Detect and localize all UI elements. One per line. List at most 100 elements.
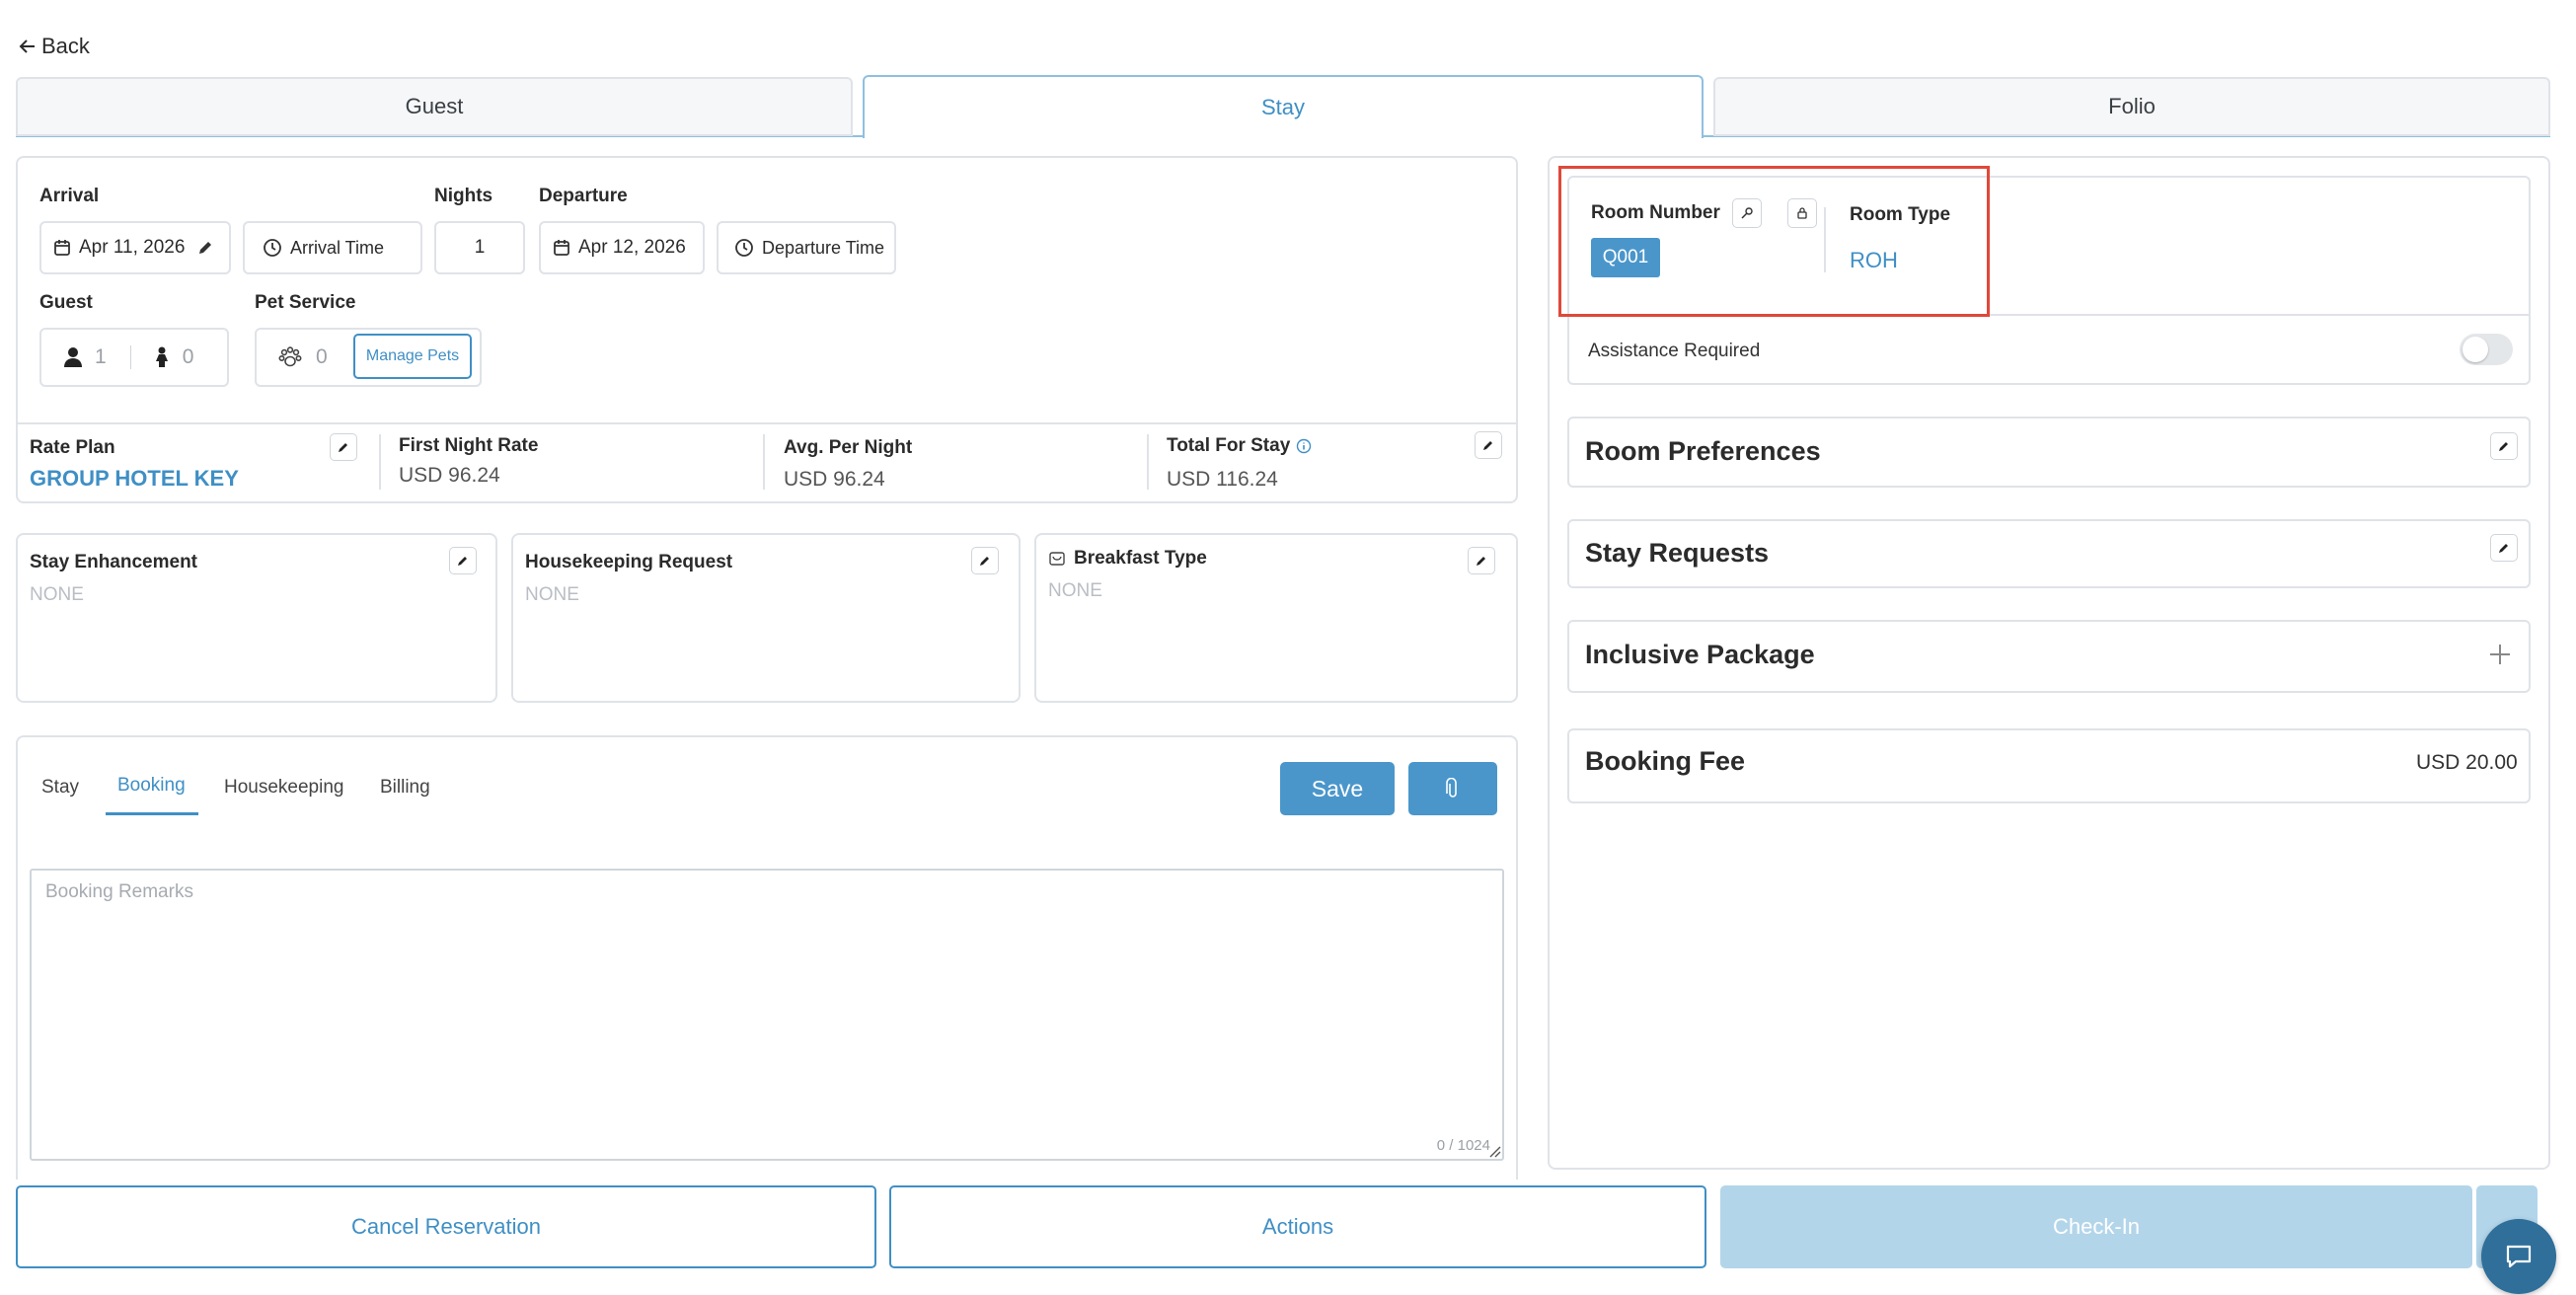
housekeeping-request-edit-button[interactable] <box>971 547 999 574</box>
total-stay-value: USD 116.24 <box>1167 468 1278 491</box>
pencil-icon <box>1477 557 1485 566</box>
arrival-date: Apr 11, 2026 <box>79 237 186 258</box>
calendar-icon <box>554 240 569 256</box>
adult-count: 1 <box>95 345 107 368</box>
clock-icon <box>735 239 753 257</box>
breakfast-type-header: Breakfast Type <box>1048 548 1207 570</box>
info-icon[interactable] <box>1296 438 1312 454</box>
remarks-tab-booking[interactable]: Booking <box>117 775 186 797</box>
nights-value: 1 <box>474 237 486 258</box>
chat-button[interactable] <box>2481 1219 2556 1294</box>
rates-separator <box>379 434 381 490</box>
booking-remarks-textarea[interactable]: Booking Remarks 0 / 1024 <box>30 869 1504 1161</box>
stay-requests-title: Stay Requests <box>1585 538 1770 568</box>
guest-divider <box>129 345 131 369</box>
chat-icon <box>2506 1245 2532 1268</box>
nights-input[interactable]: 1 <box>434 221 525 274</box>
pet-service-label: Pet Service <box>255 292 356 313</box>
tab-guest[interactable]: Guest <box>16 77 853 136</box>
char-counter: 0 / 1024 <box>1436 1137 1490 1154</box>
attach-button[interactable] <box>1408 762 1497 815</box>
breakfast-type-label: Breakfast Type <box>1074 548 1207 569</box>
remarks-tab-housekeeping[interactable]: Housekeeping <box>224 777 343 799</box>
guest-label: Guest <box>39 292 93 313</box>
check-in-button[interactable]: Check-In <box>1720 1185 2472 1268</box>
remarks-tab-billing[interactable]: Billing <box>380 777 430 799</box>
actions-button[interactable]: Actions <box>889 1185 1706 1268</box>
rates-separator <box>763 434 765 490</box>
avg-night-label: Avg. Per Night <box>784 437 913 458</box>
pencil-icon <box>458 557 467 566</box>
departure-time-label: Departure Time <box>762 237 885 258</box>
tab-folio-label: Folio <box>2108 94 2156 118</box>
booking-fee-value: USD 20.00 <box>2416 751 2518 774</box>
save-label: Save <box>1311 775 1364 801</box>
breakfast-type-edit-button[interactable] <box>1468 547 1495 574</box>
manage-pets-label: Manage Pets <box>365 347 460 364</box>
toggle-knob <box>2462 337 2488 362</box>
total-stay-label: Total For Stay <box>1167 435 1291 456</box>
back-label: Back <box>41 34 90 58</box>
resize-handle-icon[interactable] <box>1487 1144 1501 1158</box>
pencil-icon[interactable] <box>196 239 214 257</box>
housekeeping-request-label: Housekeeping Request <box>525 552 733 572</box>
adult-icon <box>64 347 82 367</box>
clock-icon <box>264 239 281 257</box>
child-icon <box>155 346 168 367</box>
inclusive-package-title: Inclusive Package <box>1585 640 1815 669</box>
pencil-icon <box>2499 544 2508 553</box>
paw-icon <box>278 346 302 367</box>
rate-plan-label: Rate Plan <box>30 437 115 458</box>
total-stay-header: Total For Stay <box>1167 435 1312 457</box>
room-highlight-box <box>1558 166 1990 317</box>
back-link[interactable]: Back <box>18 34 90 59</box>
stay-enhancement-value: NONE <box>30 584 84 605</box>
nights-label: Nights <box>434 186 493 206</box>
avg-night-value: USD 96.24 <box>784 468 885 491</box>
stay-requests-edit-button[interactable] <box>2490 534 2518 562</box>
rate-plan-value[interactable]: GROUP HOTEL KEY <box>30 466 239 492</box>
first-night-value: USD 96.24 <box>399 464 500 487</box>
assistance-required-label: Assistance Required <box>1588 341 1761 361</box>
actions-label: Actions <box>1261 1214 1334 1239</box>
tab-stay-label: Stay <box>1260 95 1306 119</box>
arrival-time-field[interactable]: Arrival Time <box>243 221 422 274</box>
housekeeping-request-value: NONE <box>525 584 579 605</box>
tab-folio[interactable]: Folio <box>1713 77 2550 136</box>
guest-count-field[interactable]: 1 0 <box>39 328 229 387</box>
plus-icon[interactable] <box>2488 643 2512 666</box>
remarks-tab-stay[interactable]: Stay <box>41 777 79 799</box>
remarks-tab-underline <box>106 812 198 815</box>
manage-pets-button[interactable]: Manage Pets <box>353 334 472 379</box>
stay-enhancement-edit-button[interactable] <box>449 547 477 574</box>
rates-divider <box>16 422 1518 424</box>
departure-label: Departure <box>539 186 628 206</box>
cancel-reservation-label: Cancel Reservation <box>351 1214 541 1239</box>
stay-enhancement-label: Stay Enhancement <box>30 552 197 572</box>
booking-fee-title: Booking Fee <box>1585 746 1746 776</box>
arrival-time-label: Arrival Time <box>290 237 385 258</box>
tab-guest-label: Guest <box>405 94 464 118</box>
check-in-label: Check-In <box>2052 1214 2141 1239</box>
pet-count: 0 <box>316 345 328 368</box>
arrow-left-icon <box>19 39 35 53</box>
tab-stay[interactable]: Stay <box>863 75 1704 138</box>
pencil-icon <box>2499 442 2508 451</box>
first-night-label: First Night Rate <box>399 435 539 456</box>
total-stay-edit-button[interactable] <box>1475 431 1502 459</box>
bowl-icon <box>1049 552 1065 566</box>
room-preferences-edit-button[interactable] <box>2490 432 2518 460</box>
departure-time-field[interactable]: Departure Time <box>717 221 896 274</box>
room-preferences-title: Room Preferences <box>1585 436 1821 466</box>
departure-date: Apr 12, 2026 <box>578 237 686 258</box>
assistance-toggle[interactable] <box>2460 334 2513 365</box>
child-count: 0 <box>182 345 194 368</box>
rate-plan-edit-button[interactable] <box>330 433 357 461</box>
booking-remarks-placeholder: Booking Remarks <box>45 881 193 902</box>
departure-date-field[interactable]: Apr 12, 2026 <box>539 221 705 274</box>
paperclip-icon <box>1446 778 1457 798</box>
save-button[interactable]: Save <box>1280 762 1395 815</box>
arrival-date-field[interactable]: Apr 11, 2026 <box>39 221 231 274</box>
calendar-icon <box>54 240 70 256</box>
cancel-reservation-button[interactable]: Cancel Reservation <box>16 1185 876 1268</box>
